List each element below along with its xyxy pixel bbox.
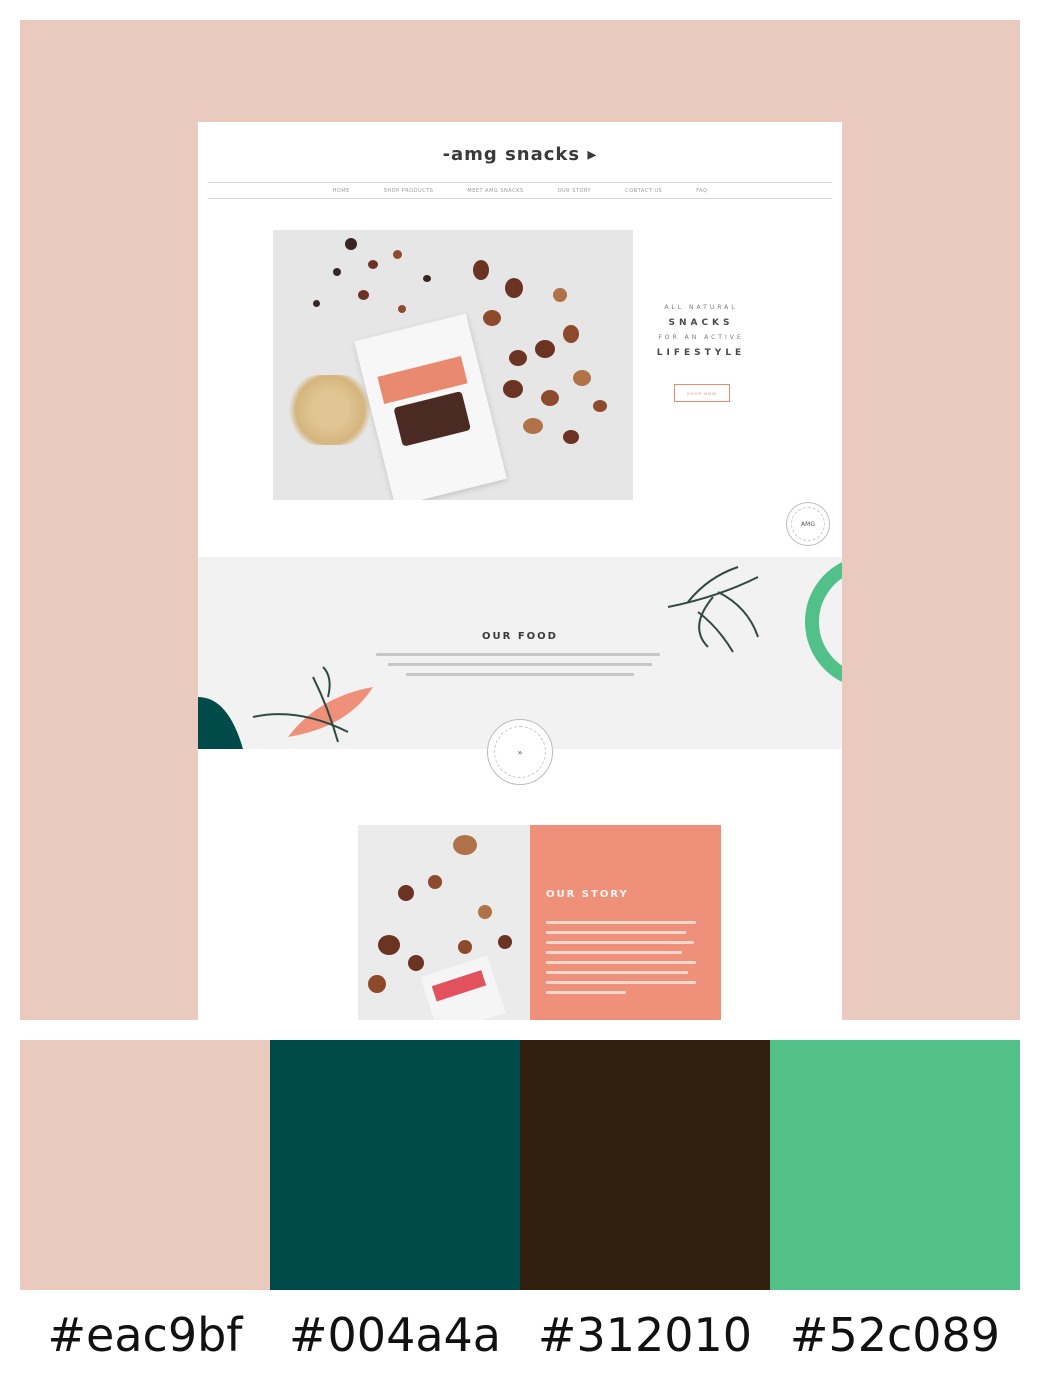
snack-piece xyxy=(398,305,406,313)
our-story-heading: OUR STORY xyxy=(546,889,629,900)
snack-piece xyxy=(593,400,607,412)
snack-piece xyxy=(393,250,402,259)
website-mockup: -amg snacks ▸ HOME SHOP PRODUCTS MEET AM… xyxy=(198,122,842,1020)
swatch-label-deep-teal: #004a4a xyxy=(289,1308,501,1362)
nav-divider xyxy=(208,198,832,199)
snack-piece xyxy=(478,905,492,919)
snack-piece xyxy=(573,370,591,386)
snack-piece xyxy=(345,238,357,250)
snack-piece xyxy=(458,940,472,954)
coral-leaf-shape xyxy=(288,687,373,737)
badge-arrow-icon: » xyxy=(494,726,546,778)
tagline-line-3: FOR AN ACTIVE xyxy=(658,334,744,341)
snack-piece xyxy=(553,288,567,302)
nav-item-home[interactable]: HOME xyxy=(333,185,350,197)
mockup-frame: -amg snacks ▸ HOME SHOP PRODUCTS MEET AM… xyxy=(20,20,1020,1020)
hero-tagline: ALL NATURAL SNACKS FOR AN ACTIVE LIFESTY… xyxy=(636,302,766,362)
bag-window xyxy=(393,390,471,447)
nav-item-contact[interactable]: CONTACT US xyxy=(625,185,662,197)
teal-shape xyxy=(198,697,243,749)
snack-piece xyxy=(378,935,400,955)
swatch-deep-teal xyxy=(270,1040,520,1290)
our-story-section: OUR STORY xyxy=(358,825,721,1020)
snack-piece xyxy=(408,955,424,971)
snack-piece xyxy=(313,300,320,307)
snack-bag xyxy=(354,313,507,500)
snack-piece xyxy=(453,835,477,855)
bag-label xyxy=(431,970,487,1002)
food-text-line xyxy=(406,673,634,676)
our-food-heading: OUR FOOD xyxy=(482,631,558,642)
story-text-line xyxy=(546,971,688,974)
shop-now-button[interactable]: SHOP NOW xyxy=(674,384,730,402)
story-text-line xyxy=(546,921,696,924)
story-text-line xyxy=(546,941,694,944)
snack-piece xyxy=(483,310,501,326)
swatch-dark-brown xyxy=(520,1040,770,1290)
tagline-line-2: SNACKS xyxy=(668,318,734,328)
snack-piece xyxy=(368,975,386,993)
green-arc-shape xyxy=(804,562,842,682)
story-image xyxy=(358,825,530,1020)
main-nav: HOME SHOP PRODUCTS MEET AMG SNACKS OUR S… xyxy=(198,185,842,197)
snack-piece xyxy=(563,430,579,444)
story-panel: OUR STORY xyxy=(530,825,721,1020)
swatch-green xyxy=(770,1040,1020,1290)
snack-piece xyxy=(473,260,489,280)
story-text-line xyxy=(546,961,696,964)
swatch-blush xyxy=(20,1040,270,1290)
snack-bag xyxy=(420,955,506,1020)
food-text-line xyxy=(388,663,652,666)
hero-image xyxy=(273,230,633,500)
snack-piece xyxy=(541,390,559,406)
snack-piece xyxy=(428,875,442,889)
story-text-line xyxy=(546,951,682,954)
oats-cluster xyxy=(285,375,375,445)
snack-piece xyxy=(368,260,378,269)
story-text-line xyxy=(546,931,686,934)
snack-piece xyxy=(503,380,523,398)
site-logo[interactable]: -amg snacks ▸ xyxy=(198,144,842,165)
snack-piece xyxy=(423,275,431,282)
snack-piece xyxy=(333,268,341,276)
swatch-label-green: #52c089 xyxy=(789,1308,1001,1362)
swatch-label-dark-brown: #312010 xyxy=(537,1308,753,1362)
nav-item-our-story[interactable]: OUR STORY xyxy=(558,185,592,197)
snack-piece xyxy=(498,935,512,949)
snack-piece xyxy=(398,885,414,901)
scroll-down-badge[interactable]: » xyxy=(487,719,553,785)
snack-piece xyxy=(523,418,543,434)
badge-inner: AMG xyxy=(791,507,825,541)
snack-piece xyxy=(358,290,369,300)
swatch-label-blush: #eac9bf xyxy=(47,1308,243,1362)
amg-seal-badge-top: AMG xyxy=(786,502,830,546)
tagline-line-4: LIFESTYLE xyxy=(656,348,746,358)
header-divider xyxy=(208,182,832,183)
tagline-line-1: ALL NATURAL xyxy=(664,304,738,311)
story-text-line xyxy=(546,991,626,994)
snack-piece xyxy=(535,340,555,358)
nav-item-shop-products[interactable]: SHOP PRODUCTS xyxy=(384,185,434,197)
nav-item-faq[interactable]: FAQ xyxy=(696,185,707,197)
snack-piece xyxy=(505,278,523,298)
food-text-line xyxy=(376,653,660,656)
snack-piece xyxy=(563,325,579,343)
nav-item-meet[interactable]: MEET AMG SNACKS xyxy=(467,185,523,197)
snack-piece xyxy=(509,350,527,366)
story-text-line xyxy=(546,981,696,984)
